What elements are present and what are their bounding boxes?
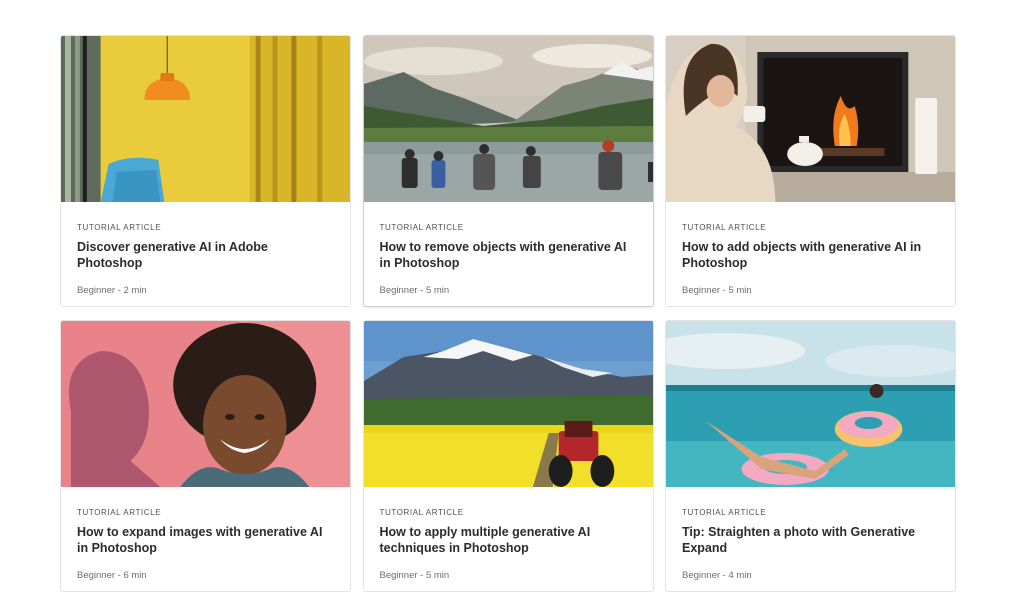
card-title[interactable]: How to remove objects with generative AI… [380, 239, 637, 271]
tutorial-card[interactable]: TUTORIAL ARTICLE Discover generative AI … [60, 35, 351, 307]
card-image-smiling-man [61, 321, 350, 487]
card-title[interactable]: How to expand images with generative AI … [77, 524, 334, 556]
tutorial-card[interactable]: TUTORIAL ARTICLE How to add objects with… [665, 35, 956, 307]
card-meta: Beginner - 2 min [77, 285, 147, 296]
card-title[interactable]: How to apply multiple generative AI tech… [380, 524, 637, 556]
card-meta: Beginner - 5 min [682, 285, 752, 296]
card-title[interactable]: How to add objects with generative AI in… [682, 239, 939, 271]
card-kind: TUTORIAL ARTICLE [77, 508, 162, 517]
card-image-floats-sea [666, 321, 955, 487]
card-meta: Beginner - 5 min [379, 570, 450, 581]
card-kind: TUTORIAL ARTICLE [682, 223, 767, 232]
tutorial-card[interactable]: TUTORIAL ARTICLE How to remove objects w… [362, 35, 654, 307]
card-image-fireplace [666, 36, 955, 202]
card-image-hikers-lake [363, 36, 653, 202]
card-meta: Beginner - 4 min [682, 570, 752, 581]
tutorial-grid: TUTORIAL ARTICLE Discover generative AI … [60, 35, 956, 592]
card-kind: TUTORIAL ARTICLE [379, 508, 464, 517]
tutorial-card[interactable]: TUTORIAL ARTICLE Tip: Straighten a photo… [665, 320, 956, 592]
card-meta: Beginner - 5 min [379, 285, 450, 296]
card-kind: TUTORIAL ARTICLE [77, 223, 162, 232]
card-kind: TUTORIAL ARTICLE [379, 223, 464, 232]
card-title[interactable]: Discover generative AI in Adobe Photosho… [77, 239, 334, 271]
tutorial-card[interactable]: TUTORIAL ARTICLE How to apply multiple g… [362, 320, 654, 592]
card-meta: Beginner - 6 min [77, 570, 147, 581]
card-image-tractor-field [363, 321, 653, 487]
card-kind: TUTORIAL ARTICLE [682, 508, 767, 517]
card-image-yellow-room [61, 36, 350, 202]
card-title[interactable]: Tip: Straighten a photo with Generative … [682, 524, 939, 556]
tutorial-card[interactable]: TUTORIAL ARTICLE How to expand images wi… [60, 320, 351, 592]
